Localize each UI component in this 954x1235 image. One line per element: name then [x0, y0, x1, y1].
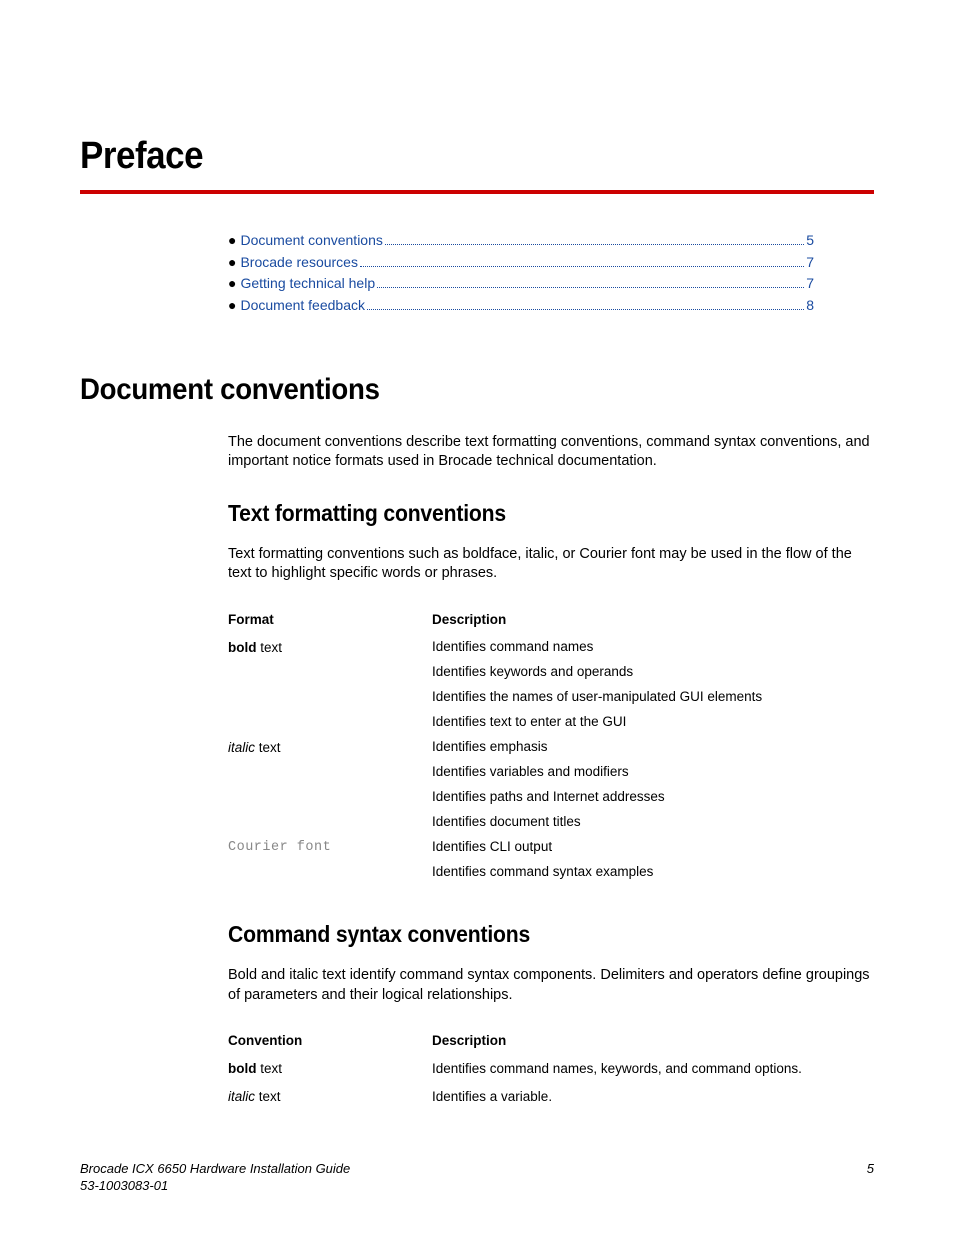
format-cell: bold text [228, 639, 432, 739]
toc-leader [377, 287, 804, 288]
description-cell: Identifies command names, keywords, and … [432, 1060, 874, 1088]
subsection-body: Text formatting conventions such as bold… [228, 545, 874, 584]
bullet-icon: ● [228, 252, 236, 274]
description-cell: Identifies command names Identifies keyw… [432, 639, 874, 739]
bullet-icon: ● [228, 230, 236, 252]
bullet-icon: ● [228, 273, 236, 295]
page-footer: Brocade ICX 6650 Hardware Installation G… [80, 1161, 874, 1195]
subsection-heading: Text formatting conventions [228, 500, 822, 527]
toc-item[interactable]: ● Getting technical help 7 [228, 273, 814, 295]
subsection-body: Bold and italic text identify command sy… [228, 966, 874, 1005]
table-header: Description [432, 1033, 874, 1060]
convention-cell: italic text [228, 1088, 432, 1116]
section-heading: Document conventions [80, 373, 810, 407]
toc-label: Getting technical help [240, 273, 375, 295]
table-of-contents: ● Document conventions 5 ● Brocade resou… [228, 230, 814, 317]
footer-title: Brocade ICX 6650 Hardware Installation G… [80, 1161, 350, 1178]
toc-leader [360, 266, 804, 267]
subsection-heading: Command syntax conventions [228, 921, 822, 948]
toc-label: Document feedback [240, 295, 365, 317]
toc-label: Brocade resources [240, 252, 358, 274]
text-formatting-table: Format Description bold text Identifies … [228, 612, 874, 889]
toc-leader [367, 309, 804, 310]
command-syntax-table: Convention Description bold text Identif… [228, 1033, 874, 1115]
toc-item[interactable]: ● Document feedback 8 [228, 295, 814, 317]
table-row: bold text Identifies command names Ident… [228, 639, 874, 739]
table-header: Convention [228, 1033, 432, 1060]
table-header: Format [228, 612, 432, 639]
toc-leader [385, 244, 804, 245]
table-row: bold text Identifies command names, keyw… [228, 1060, 874, 1088]
convention-cell: bold text [228, 1060, 432, 1088]
table-header: Description [432, 612, 874, 639]
toc-page: 5 [806, 230, 814, 252]
footer-docnum: 53-1003083-01 [80, 1178, 350, 1195]
table-row: Courier font Identifies CLI output Ident… [228, 839, 874, 889]
page-title: Preface [80, 135, 810, 178]
toc-page: 7 [806, 273, 814, 295]
title-rule [80, 190, 874, 194]
format-cell: italic text [228, 739, 432, 839]
toc-page: 7 [806, 252, 814, 274]
toc-item[interactable]: ● Document conventions 5 [228, 230, 814, 252]
table-row: italic text Identifies emphasis Identifi… [228, 739, 874, 839]
bullet-icon: ● [228, 295, 236, 317]
table-row: italic text Identifies a variable. [228, 1088, 874, 1116]
toc-item[interactable]: ● Brocade resources 7 [228, 252, 814, 274]
format-cell: Courier font [228, 839, 432, 889]
description-cell: Identifies emphasis Identifies variables… [432, 739, 874, 839]
description-cell: Identifies a variable. [432, 1088, 874, 1116]
footer-page-number: 5 [867, 1161, 874, 1195]
toc-page: 8 [806, 295, 814, 317]
description-cell: Identifies CLI output Identifies command… [432, 839, 874, 889]
section-body: The document conventions describe text f… [228, 433, 874, 472]
toc-label: Document conventions [240, 230, 382, 252]
